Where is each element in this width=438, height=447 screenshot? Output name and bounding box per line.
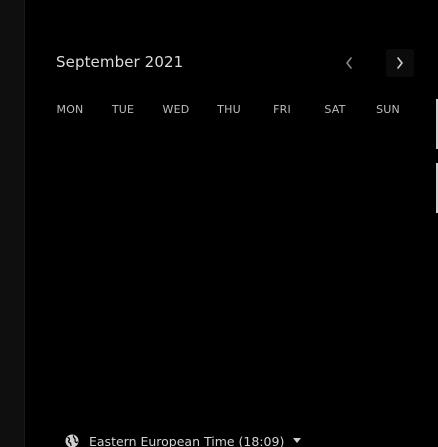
weekday-mon: MON — [56, 103, 84, 116]
calendar-panel: September 2021 MON TUE WED THU FRI SAT S… — [25, 0, 438, 447]
weekday-tue: TUE — [111, 103, 135, 116]
calendar-days-grid — [45, 124, 421, 404]
chevron-left-icon — [346, 57, 352, 69]
weekday-wed: WED — [162, 103, 190, 116]
booking-calendar-screen: September 2021 MON TUE WED THU FRI SAT S… — [0, 0, 438, 447]
weekday-thu: THU — [217, 103, 241, 116]
caret-down-icon — [293, 438, 302, 443]
previous-month-button[interactable] — [335, 49, 363, 77]
left-panel-edge — [0, 0, 25, 447]
weekday-header-row: MON TUE WED THU FRI SAT SUN — [45, 103, 421, 119]
weekday-sun: SUN — [376, 103, 400, 116]
weekday-fri: FRI — [273, 103, 291, 116]
month-title: September 2021 — [56, 53, 184, 71]
chevron-right-icon — [397, 57, 403, 69]
weekday-sat: SAT — [324, 103, 346, 116]
timezone-label: Eastern European Time (18:09) — [89, 433, 285, 447]
timezone-selector[interactable]: Eastern European Time (18:09) — [64, 433, 302, 447]
next-month-button[interactable] — [386, 49, 414, 77]
globe-icon — [65, 434, 79, 447]
